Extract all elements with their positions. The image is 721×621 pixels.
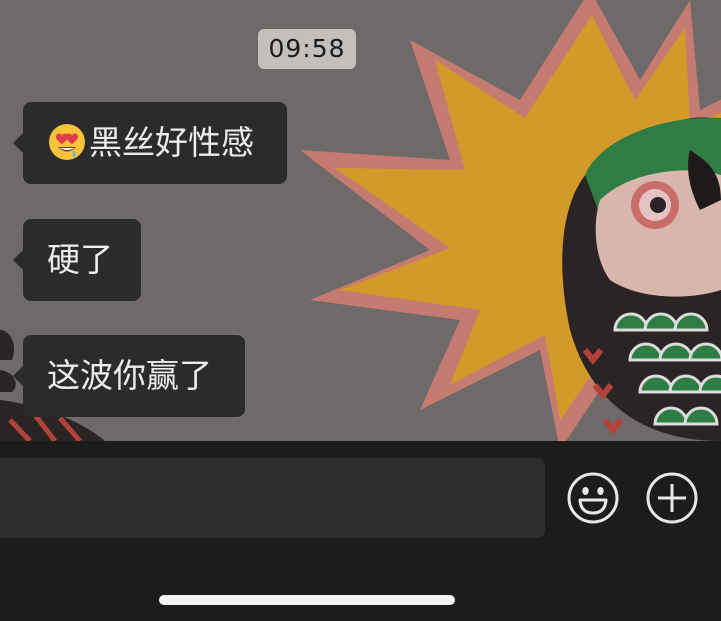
plus-circle-icon[interactable] [645, 471, 699, 525]
message-input[interactable] [0, 458, 545, 538]
message-text: 黑丝好性感 [89, 123, 254, 162]
home-indicator[interactable] [159, 595, 455, 605]
heart-eyes-drool-emoji-icon [49, 123, 85, 160]
message-list[interactable]: 09:58 黑丝好性感 硬了 这波你赢了 [0, 0, 721, 441]
message-text: 硬了 [47, 240, 113, 279]
message-bubble[interactable]: 硬了 [13, 219, 141, 301]
message-text: 这波你赢了 [47, 356, 212, 395]
composer-bar [0, 441, 721, 621]
smiley-face-icon[interactable] [566, 471, 620, 525]
message-bubble[interactable]: 黑丝好性感 [13, 102, 287, 184]
chat-screen: 09:58 黑丝好性感 硬了 这波你赢了 [0, 0, 721, 621]
message-timestamp: 09:58 [258, 29, 356, 69]
message-bubble[interactable]: 这波你赢了 [13, 335, 245, 417]
